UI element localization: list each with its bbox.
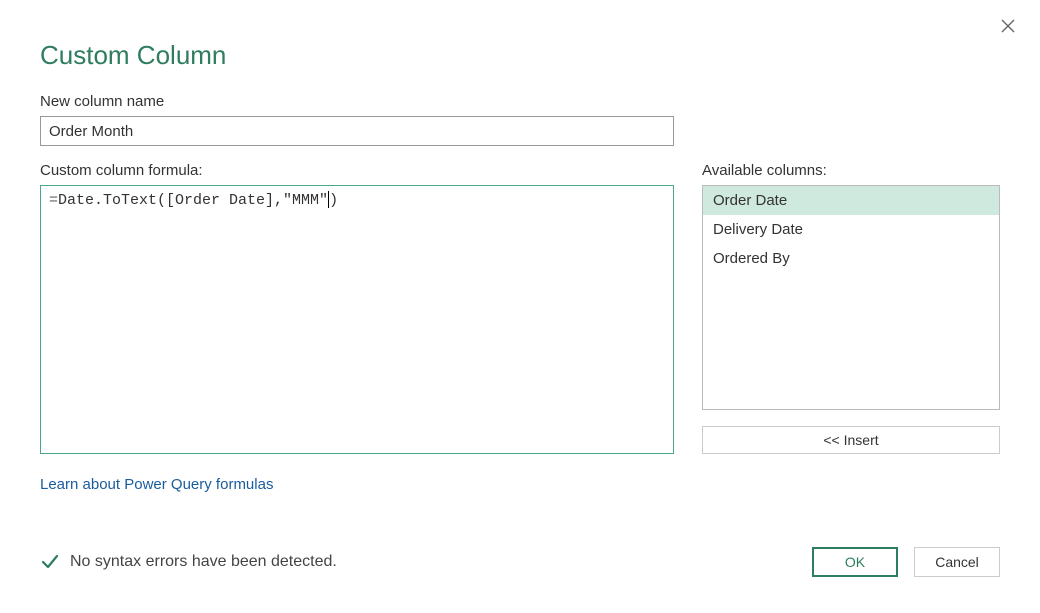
list-item[interactable]: Ordered By	[703, 244, 999, 273]
list-item[interactable]: Order Date	[703, 186, 999, 215]
available-columns-list[interactable]: Order Date Delivery Date Ordered By	[702, 185, 1000, 410]
status-text: No syntax errors have been detected.	[70, 553, 337, 571]
learn-link[interactable]: Learn about Power Query formulas	[40, 476, 273, 493]
list-item[interactable]: Delivery Date	[703, 215, 999, 244]
dialog-title: Custom Column	[40, 40, 1000, 71]
close-button[interactable]	[996, 14, 1020, 38]
insert-button[interactable]: << Insert	[702, 426, 1000, 454]
formula-label: Custom column formula:	[40, 162, 674, 179]
cancel-button[interactable]: Cancel	[914, 547, 1000, 577]
ok-button[interactable]: OK	[812, 547, 898, 577]
formula-equals-prefix: =	[49, 192, 58, 209]
column-name-input[interactable]	[40, 116, 674, 146]
formula-text-after: )	[329, 192, 338, 209]
formula-text-before: Date.ToText([Order Date],"MMM"	[58, 192, 328, 209]
column-name-label: New column name	[40, 93, 1000, 110]
close-icon	[1000, 18, 1016, 34]
status-area: No syntax errors have been detected.	[40, 551, 337, 574]
available-columns-label: Available columns:	[702, 162, 1000, 179]
check-icon	[40, 551, 60, 574]
formula-input[interactable]: =Date.ToText([Order Date],"MMM")	[40, 185, 674, 454]
